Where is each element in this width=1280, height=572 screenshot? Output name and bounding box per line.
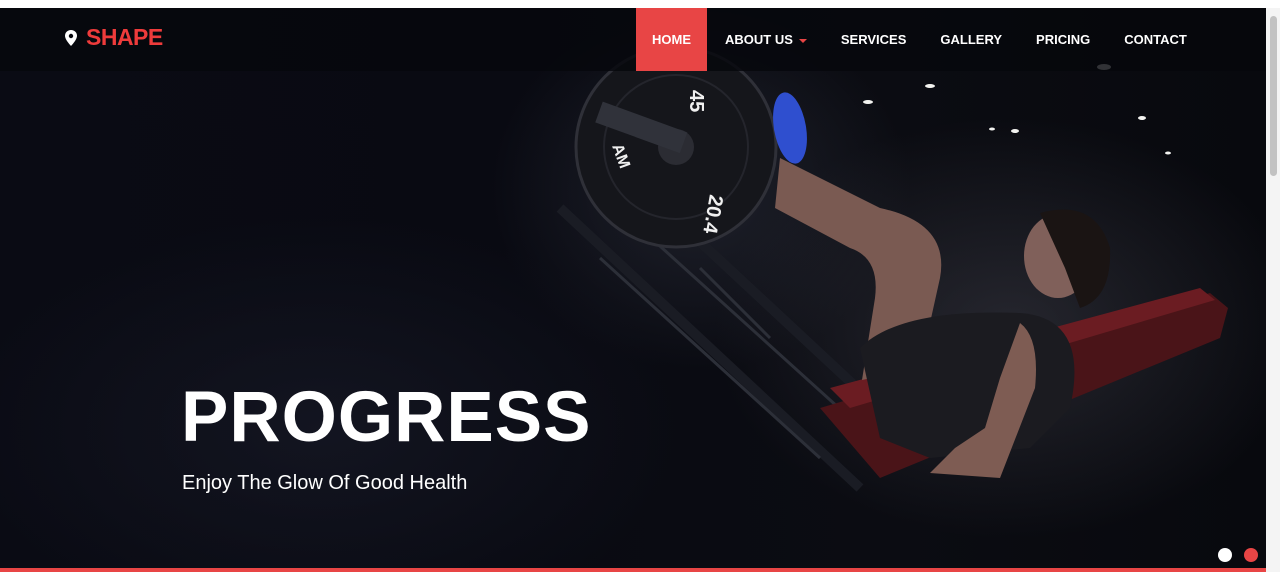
logo[interactable]: SHAPE <box>64 24 163 51</box>
slider-dot-2[interactable] <box>1244 548 1258 562</box>
navbar: SHAPE HOME ABOUT US SERVICES GALLERY PRI… <box>0 8 1266 71</box>
map-pin-icon <box>65 29 77 46</box>
weight-plate <box>574 45 778 249</box>
nav-gallery[interactable]: GALLERY <box>923 8 1019 71</box>
caret-down-icon <box>798 38 807 43</box>
nav-about-us[interactable]: ABOUT US <box>707 8 824 71</box>
slider-dot-1[interactable] <box>1218 548 1232 562</box>
accent-bar <box>0 568 1266 572</box>
nav-pricing[interactable]: PRICING <box>1019 8 1107 71</box>
main-menu: HOME ABOUT US SERVICES GALLERY PRICING C… <box>636 8 1204 71</box>
scrollbar-thumb[interactable] <box>1270 16 1277 176</box>
svg-text:45: 45 <box>685 90 707 112</box>
nav-contact[interactable]: CONTACT <box>1107 8 1204 71</box>
hero-slider: 45 20.4 AM SHAPE HOME ABOUT US SERVICES … <box>0 8 1266 572</box>
hero-subtitle: Enjoy The Glow Of Good Health <box>182 472 468 494</box>
nav-home[interactable]: HOME <box>636 8 707 71</box>
hero-title: PROGRESS <box>181 378 592 457</box>
nav-about-us-label: ABOUT US <box>725 32 793 47</box>
nav-services[interactable]: SERVICES <box>824 8 924 71</box>
scrollbar[interactable] <box>1266 8 1280 572</box>
ceiling-lights <box>863 64 1171 155</box>
slider-dots <box>1218 548 1258 562</box>
logo-text: SHAPE <box>86 24 163 50</box>
